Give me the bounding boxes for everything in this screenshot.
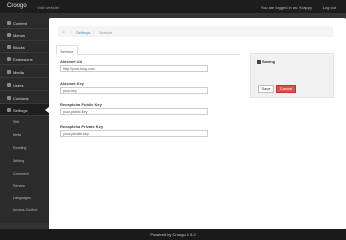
blocks-icon: [7, 45, 11, 49]
submenu-label: Service: [13, 183, 25, 188]
submenu-item-reading[interactable]: Reading: [0, 142, 49, 154]
media-icon: [7, 70, 11, 74]
sidebar-item-label: Users: [13, 82, 24, 88]
sidebar-item-label: Extensions: [13, 56, 33, 62]
akismet-url-input[interactable]: http://your-blog.com: [60, 65, 208, 72]
breadcrumb-separator: /: [70, 29, 72, 34]
sidebar-item-label: Settings: [13, 107, 28, 113]
contacts-icon: [7, 96, 11, 100]
users-icon: [7, 83, 11, 87]
saving-panel-title: Saving: [262, 59, 276, 64]
sidebar-item-label: Blocks: [13, 44, 25, 50]
sidebar-item-users[interactable]: Users: [0, 79, 49, 91]
submenu-item-languages[interactable]: Languages: [0, 192, 49, 204]
submenu-item-service[interactable]: Service: [0, 180, 49, 192]
breadcrumb-settings[interactable]: Settings: [76, 30, 90, 35]
sidebar-item-label: Contacts: [13, 95, 29, 101]
tab-service[interactable]: Service: [56, 45, 78, 55]
submenu-label: Writing: [13, 158, 25, 163]
logout-link[interactable]: Log out: [323, 5, 336, 10]
breadcrumb-current: Service: [99, 29, 113, 35]
sidebar-item-blocks[interactable]: Blocks: [0, 41, 49, 53]
sidebar-item-label: Menus: [13, 32, 26, 38]
recaptcha-private-key-label: Recaptcha Private Key: [60, 124, 104, 129]
sidebar-item-extensions[interactable]: Extensions: [0, 53, 49, 65]
breadcrumb: ⌂ / Settings / Service: [58, 26, 333, 37]
submenu-label: Access Control: [13, 207, 38, 212]
cancel-button[interactable]: Cancel: [276, 85, 296, 93]
sidebar-item-menus[interactable]: Menus: [0, 29, 49, 41]
sidebar-item-media[interactable]: Media: [0, 66, 49, 78]
submenu-label: Languages: [13, 195, 31, 200]
sidebar-item-contacts[interactable]: Contacts: [0, 92, 49, 104]
top-bar: Croogo Visit website You are logged in a…: [0, 0, 346, 13]
sidebar: Content Menus Blocks Extensions Media Us…: [0, 13, 49, 223]
submenu-item-access-control[interactable]: Access Control: [0, 204, 49, 216]
main-content: ⌂ / Settings / Service Service Akismet U…: [49, 18, 346, 230]
menu-icon: [7, 33, 11, 37]
save-button[interactable]: Save: [258, 85, 274, 93]
file-icon: [7, 21, 11, 25]
save-icon: [257, 60, 261, 64]
puzzle-icon: [7, 57, 11, 61]
sidebar-item-label: Content: [13, 20, 28, 26]
tab-divider: [56, 54, 240, 55]
home-icon[interactable]: ⌂: [62, 29, 65, 34]
saving-panel: Saving Save Cancel: [250, 53, 334, 98]
submenu-label: Reading: [13, 145, 27, 150]
akismet-key-label: Akismet Key: [60, 81, 85, 86]
logged-in-text: You are logged in as: Krappy: [260, 4, 312, 10]
visit-website-link[interactable]: Visit website: [37, 5, 59, 10]
submenu-label: Site: [13, 119, 20, 124]
akismet-key-input[interactable]: your-key: [60, 87, 208, 94]
akismet-url-label: Akismet Url: [60, 59, 83, 64]
recaptcha-public-key-label: Recaptcha Public Key: [60, 102, 102, 107]
submenu-item-writing[interactable]: Writing: [0, 155, 49, 167]
recaptcha-public-key-input[interactable]: your-public-key: [60, 108, 208, 115]
footer: Powered by Croogo 1.5.2: [0, 229, 346, 240]
brand-logo[interactable]: Croogo: [7, 3, 27, 9]
saving-panel-header: Saving: [257, 59, 275, 64]
recaptcha-private-key-input[interactable]: your-private-key: [60, 130, 208, 137]
submenu-item-comment[interactable]: Comment: [0, 168, 49, 180]
sidebar-item-label: Media: [13, 69, 24, 75]
submenu-item-site[interactable]: Site: [0, 116, 49, 128]
submenu-label: Comment: [13, 171, 29, 176]
breadcrumb-separator: /: [93, 29, 95, 34]
sidebar-item-content[interactable]: Content: [0, 17, 49, 29]
gear-icon: [7, 108, 11, 112]
submenu-label: Meta: [13, 132, 21, 137]
submenu-item-meta[interactable]: Meta: [0, 129, 49, 141]
sidebar-item-settings[interactable]: Settings: [0, 104, 49, 116]
